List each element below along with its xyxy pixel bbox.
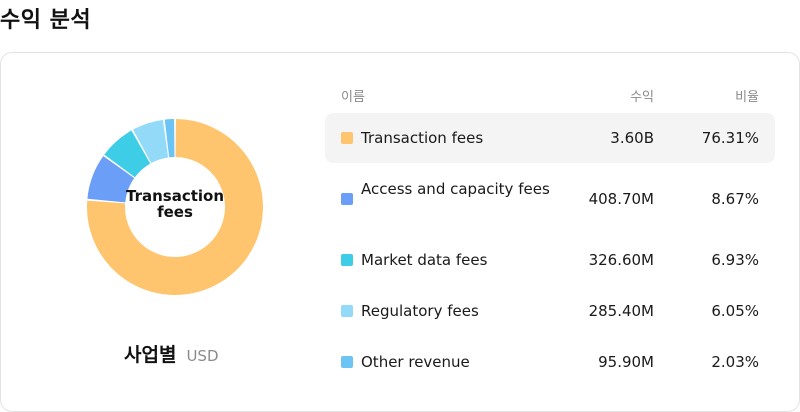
legend-swatch — [341, 254, 353, 266]
table-row[interactable]: Other revenue 95.90M 2.03% — [325, 336, 775, 386]
column-header-revenue: 수익 — [630, 90, 654, 105]
row-name: Market data fees — [361, 251, 488, 269]
table-row[interactable]: Transaction fees 3.60B 76.31% — [325, 113, 775, 163]
row-ratio: 6.05% — [711, 302, 759, 320]
chart-caption: 사업별 USD — [124, 340, 219, 367]
legend-swatch — [341, 193, 353, 205]
row-name: Regulatory fees — [361, 302, 479, 320]
row-revenue: 326.60M — [588, 251, 654, 269]
row-ratio: 8.67% — [711, 190, 759, 208]
legend-swatch — [341, 305, 353, 317]
row-ratio: 6.93% — [711, 251, 759, 269]
chart-caption-unit: USD — [186, 347, 219, 365]
row-revenue: 408.70M — [588, 190, 654, 208]
chart-caption-title: 사업별 — [124, 344, 177, 366]
row-revenue: 285.40M — [588, 302, 654, 320]
page-title: 수익 분석 — [0, 8, 92, 33]
row-ratio: 2.03% — [711, 353, 759, 371]
donut-center-label: Transaction fees — [125, 187, 225, 221]
column-header-ratio: 비율 — [735, 90, 759, 105]
row-name: Other revenue — [361, 353, 470, 371]
row-name: Access and capacity fees — [361, 180, 550, 198]
table-row[interactable]: Market data fees 326.60M 6.93% — [325, 234, 775, 284]
row-name: Transaction fees — [361, 129, 484, 147]
legend-swatch — [341, 356, 353, 368]
table-row[interactable]: Access and capacity fees 408.70M 8.67% — [325, 174, 775, 224]
row-revenue: 95.90M — [598, 353, 654, 371]
column-header-name: 이름 — [341, 90, 365, 105]
table-row[interactable]: Regulatory fees 285.40M 6.05% — [325, 285, 775, 335]
row-ratio: 76.31% — [701, 129, 759, 147]
row-revenue: 3.60B — [610, 129, 654, 147]
legend-swatch — [341, 132, 353, 144]
donut-chart[interactable]: Transaction fees — [80, 112, 270, 302]
